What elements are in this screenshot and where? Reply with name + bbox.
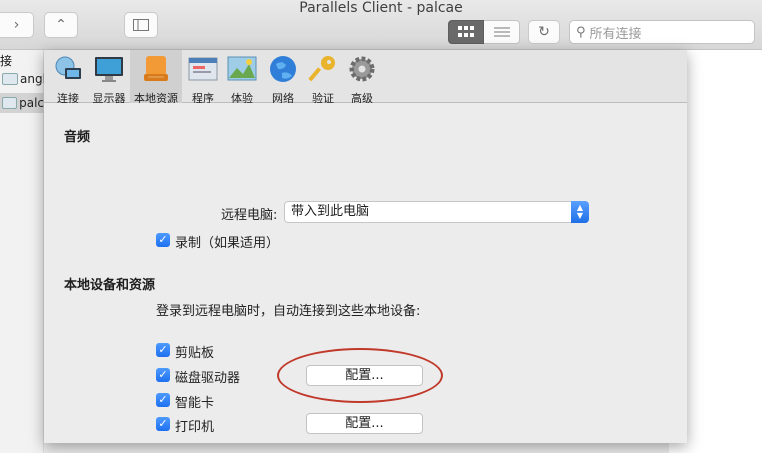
sidebar-item-palc[interactable]: palc — [0, 93, 44, 113]
disk-drives-checkbox[interactable]: ✓ — [156, 368, 170, 382]
connection-settings-sheet: 连接 显示器 本地资源 程序 体验 网络 验证 高级 音频 远程电脑: 带入到此… — [44, 50, 687, 443]
configure-printers-button[interactable]: 配置... — [306, 413, 423, 434]
tab-display[interactable]: 显示器 — [89, 50, 129, 105]
network-globe-icon — [270, 56, 296, 82]
smart-card-checkbox[interactable]: ✓ — [156, 393, 170, 407]
clipboard-label: 剪贴板 — [175, 346, 215, 361]
refresh-button[interactable]: ↻ — [528, 20, 560, 44]
computer-icon — [2, 97, 18, 109]
printers-checkbox[interactable]: ✓ — [156, 417, 170, 431]
drive-icon — [144, 56, 168, 81]
window-title: Parallels Client - palcae — [299, 0, 463, 16]
devices-section-title: 本地设备和资源 — [64, 278, 156, 293]
tab-connection[interactable]: 连接 — [49, 50, 87, 105]
tab-programs[interactable]: 程序 — [186, 50, 220, 105]
list-icon — [493, 27, 510, 37]
tab-experience[interactable]: 体验 — [224, 50, 260, 105]
computer-icon — [2, 73, 18, 85]
chevron-right-icon: › — [13, 17, 20, 33]
audio-playback-select[interactable]: 带入到此电脑 ▲ ▼ — [284, 201, 589, 223]
experience-icon — [227, 56, 257, 81]
tab-local-resources[interactable]: 本地资源 — [130, 50, 182, 105]
refresh-icon: ↻ — [538, 24, 550, 40]
record-checkbox[interactable]: ✓ — [156, 233, 170, 247]
tab-authentication[interactable]: 验证 — [305, 50, 341, 105]
title-bar: › ⌃ Parallels Client - palcae ↻ ⚲ 所有连接 — [0, 0, 762, 50]
list-view-button[interactable] — [484, 20, 520, 44]
sidebar-item-label: palc — [19, 96, 44, 110]
local-resources-panel: 音频 远程电脑: 带入到此电脑 ▲ ▼ ✓ 录制（如果适用） 本地设备和资源 登录… — [44, 103, 687, 443]
devices-description: 登录到远程电脑时，自动连接到这些本地设备: — [156, 304, 421, 319]
tab-advanced[interactable]: 高级 — [344, 50, 380, 105]
chevron-up-icon: ⌃ — [55, 17, 67, 33]
search-placeholder: 所有连接 — [589, 26, 642, 42]
gear-icon — [349, 56, 375, 82]
view-switcher[interactable] — [448, 20, 520, 44]
record-label: 录制（如果适用） — [175, 236, 280, 251]
display-icon — [95, 57, 123, 82]
globe-monitor-icon — [55, 56, 81, 79]
disk-drives-label: 磁盘驱动器 — [175, 371, 241, 386]
program-window-icon — [188, 57, 218, 81]
sidebar-icon — [133, 19, 149, 31]
tab-network[interactable]: 网络 — [265, 50, 301, 105]
smart-card-label: 智能卡 — [175, 396, 215, 411]
sidebar-item-label: angl — [20, 72, 46, 86]
search-input[interactable]: ⚲ 所有连接 — [569, 20, 755, 44]
grid-view-button[interactable] — [448, 20, 484, 44]
select-arrows-icon: ▲ ▼ — [571, 201, 589, 223]
printers-label: 打印机 — [175, 420, 215, 435]
key-icon — [308, 56, 335, 82]
sidebar-header: 接 — [0, 54, 13, 68]
grid-icon — [458, 26, 474, 37]
settings-toolbar: 连接 显示器 本地资源 程序 体验 网络 验证 高级 — [44, 50, 687, 105]
audio-playback-value: 带入到此电脑 — [291, 204, 370, 219]
search-icon: ⚲ — [576, 24, 586, 40]
annotation-circle — [277, 348, 443, 403]
audio-section-title: 音频 — [64, 130, 91, 145]
sidebar-item-angl[interactable]: angl — [2, 72, 46, 86]
remote-computer-label: 远程电脑: — [221, 208, 278, 223]
clipboard-checkbox[interactable]: ✓ — [156, 343, 170, 357]
